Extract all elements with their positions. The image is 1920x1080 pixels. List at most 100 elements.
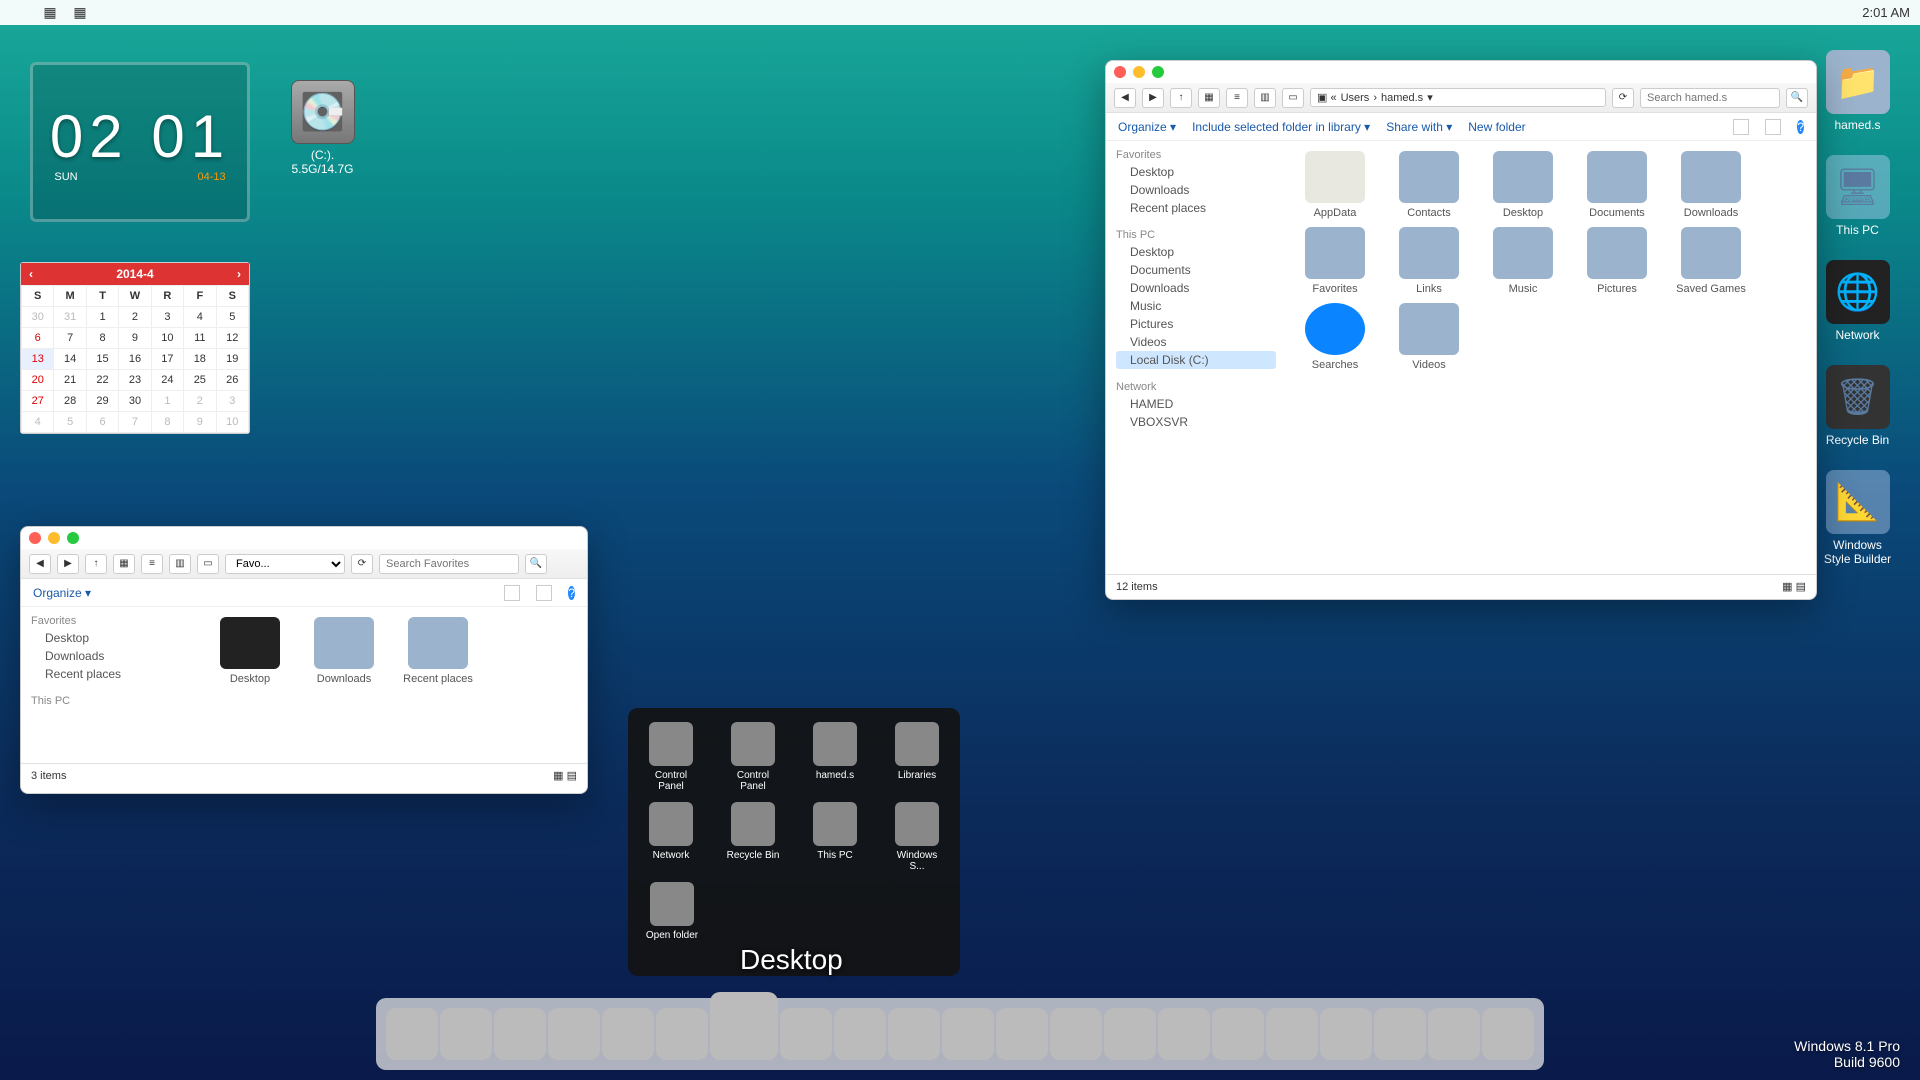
cal-day[interactable]: 2 [119,307,151,328]
desktop-drive-c[interactable]: 💽(C:). 5.5G/14.7G [280,80,365,176]
file-item[interactable]: Videos [1390,303,1468,371]
dock-item[interactable] [440,1008,492,1060]
cal-day[interactable]: 11 [184,328,216,349]
organize-menu[interactable]: Organize ▾ [33,586,91,600]
stack-item[interactable]: hamed.s [806,722,864,792]
cal-next[interactable]: › [237,267,241,281]
hameds-window[interactable]: ◀ ▶ ↑ ▦ ≡ ▥ ▭ ▣ «Users›hamed.s▾ ⟳ 🔍 Orga… [1105,60,1817,600]
dock-item[interactable] [888,1008,940,1060]
sidebar-item[interactable]: Recent places [31,665,191,683]
file-item[interactable]: Documents [1578,151,1656,219]
cal-day[interactable]: 16 [119,349,151,370]
file-item[interactable]: Links [1390,227,1468,295]
dock-item[interactable] [1158,1008,1210,1060]
cal-day[interactable]: 12 [216,328,248,349]
dock-item[interactable] [656,1008,708,1060]
sidebar-item[interactable]: Desktop [1116,243,1276,261]
view-list[interactable]: ≡ [1226,88,1248,108]
cal-day[interactable]: 26 [216,370,248,391]
dock[interactable] [376,998,1544,1070]
up-button[interactable]: ↑ [85,554,107,574]
cal-day[interactable]: 10 [151,328,183,349]
cal-prev[interactable]: ‹ [29,267,33,281]
cal-day[interactable]: 23 [119,370,151,391]
cal-day[interactable]: 14 [54,349,86,370]
dock-item[interactable] [602,1008,654,1060]
file-area[interactable]: AppDataContactsDesktopDocumentsDownloads… [1286,141,1816,574]
maximize-icon[interactable] [67,532,79,544]
cal-day[interactable]: 28 [54,391,86,412]
apple-icon[interactable] [10,3,30,23]
menubar-app-icon[interactable]: ▦ [40,3,60,23]
sidebar-item[interactable]: Documents [1116,261,1276,279]
cal-day[interactable]: 17 [151,349,183,370]
desktop-stylebuilder[interactable]: 📐Windows Style Builder [1815,470,1900,566]
search-icon[interactable]: 🔍 [525,554,547,574]
cal-day[interactable]: 7 [119,412,151,433]
dock-item[interactable] [1374,1008,1426,1060]
stack-item[interactable]: Control Panel [642,722,700,792]
cal-day[interactable]: 13 [22,349,54,370]
maximize-icon[interactable] [1152,66,1164,78]
forward-button[interactable]: ▶ [1142,88,1164,108]
file-item[interactable]: Downloads [305,617,383,685]
cal-day[interactable]: 25 [184,370,216,391]
sidebar-group[interactable]: This PC [1116,229,1276,241]
file-item[interactable]: Searches [1296,303,1374,371]
dock-item[interactable] [1266,1008,1318,1060]
sidebar-item[interactable]: Downloads [1116,181,1276,199]
help-icon[interactable]: ? [1797,120,1804,134]
view-columns[interactable]: ▥ [1254,88,1276,108]
dock-item[interactable] [494,1008,546,1060]
sidebar-item[interactable]: Pictures [1116,315,1276,333]
dock-item[interactable] [1212,1008,1264,1060]
cal-day[interactable]: 30 [22,307,54,328]
cal-day[interactable]: 31 [54,307,86,328]
sidebar-group[interactable]: Favorites [1116,149,1276,161]
up-button[interactable]: ↑ [1170,88,1192,108]
cal-day[interactable]: 10 [216,412,248,433]
cal-day[interactable]: 6 [22,328,54,349]
dock-item[interactable] [548,1008,600,1060]
cal-day[interactable]: 7 [54,328,86,349]
minimize-icon[interactable] [48,532,60,544]
dock-item[interactable] [1104,1008,1156,1060]
sidebar-item[interactable]: Desktop [1116,163,1276,181]
refresh-button[interactable]: ⟳ [1612,88,1634,108]
desktop-hameds[interactable]: 📁hamed.s [1815,50,1900,132]
crumb-item[interactable]: Users [1341,92,1370,104]
share-menu[interactable]: Share with ▾ [1386,120,1452,134]
search-icon[interactable]: 🔍 [1786,88,1808,108]
cal-day[interactable]: 6 [86,412,118,433]
stack-item[interactable]: Network [642,802,700,872]
refresh-button[interactable]: ⟳ [351,554,373,574]
dock-item[interactable] [386,1008,438,1060]
library-button[interactable] [1733,119,1749,135]
sidebar-group[interactable]: Favorites [31,615,191,627]
dock-item[interactable] [1050,1008,1102,1060]
file-item[interactable]: Pictures [1578,227,1656,295]
forward-button[interactable]: ▶ [57,554,79,574]
cal-day[interactable]: 21 [54,370,86,391]
sidebar-item[interactable]: Downloads [1116,279,1276,297]
back-button[interactable]: ◀ [1114,88,1136,108]
stack-item[interactable]: Libraries [888,722,946,792]
sidebar-item[interactable]: Videos [1116,333,1276,351]
minimize-icon[interactable] [1133,66,1145,78]
cal-day[interactable]: 3 [151,307,183,328]
dock-item[interactable] [834,1008,886,1060]
cal-day[interactable]: 19 [216,349,248,370]
sidebar-item[interactable]: Local Disk (C:) [1116,351,1276,369]
stack-item[interactable]: This PC [806,802,864,872]
sidebar-item[interactable]: Desktop [31,629,191,647]
cal-day[interactable]: 15 [86,349,118,370]
file-item[interactable]: Desktop [1484,151,1562,219]
cal-day[interactable]: 9 [184,412,216,433]
cal-day[interactable]: 18 [184,349,216,370]
stack-item[interactable]: Windows S... [888,802,946,872]
sidebar-item[interactable]: Recent places [1116,199,1276,217]
dock-item[interactable] [1320,1008,1372,1060]
cal-day[interactable]: 27 [22,391,54,412]
cal-day[interactable]: 8 [151,412,183,433]
cal-day[interactable]: 5 [216,307,248,328]
